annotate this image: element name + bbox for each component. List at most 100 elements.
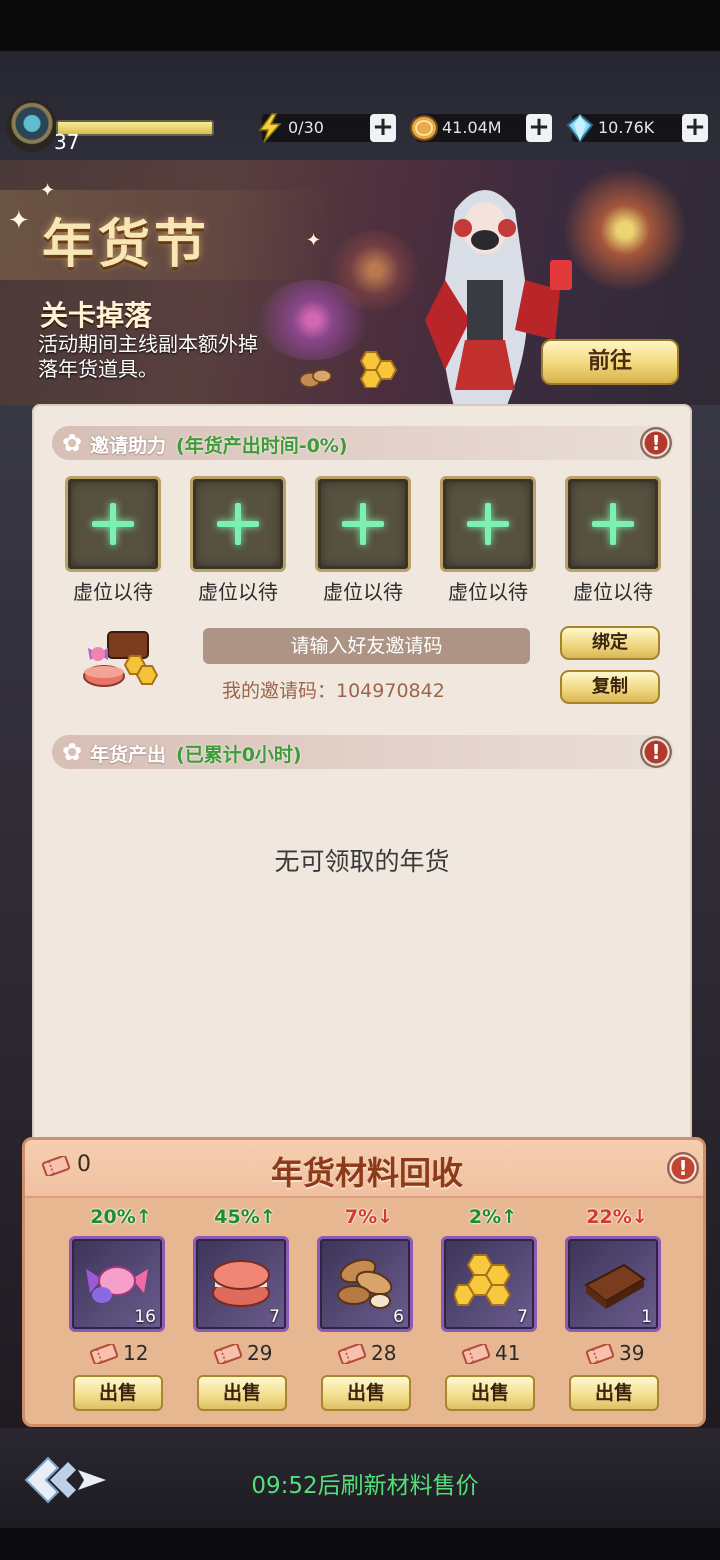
flower-icon: ✿ (61, 738, 83, 766)
item-price: 29 (195, 1341, 295, 1367)
item-price-value: 29 (247, 1341, 273, 1365)
invite-section-title-wrap: 邀请助力 (年货产出时间-0%) (90, 431, 348, 458)
player-level-badge[interactable] (6, 100, 58, 152)
sell-button[interactable]: 出售 (73, 1375, 163, 1411)
invite-slot-label: 虚位以待 (73, 580, 153, 604)
invite-slot[interactable] (190, 476, 286, 572)
plus-icon (467, 503, 509, 545)
item-price: 28 (319, 1341, 419, 1367)
lightning-icon (258, 113, 282, 143)
almond-decoration (299, 369, 332, 388)
item-count: 1 (641, 1307, 652, 1327)
invite-section-title: 邀请助力 (90, 435, 167, 457)
price-change: 7%↓ (344, 1206, 394, 1228)
stamina-resource: 0/30 (258, 113, 374, 143)
add-stamina-button[interactable]: + (370, 114, 396, 142)
honeycomb-icon (454, 1254, 512, 1306)
sell-button[interactable]: 出售 (569, 1375, 659, 1411)
status-bar (0, 0, 720, 50)
gold-coin-icon (410, 115, 438, 141)
invite-code-input[interactable]: 请输入好友邀请码 (203, 628, 530, 664)
item-count: 7 (269, 1307, 280, 1327)
gold-value: 41.04M (442, 118, 502, 137)
item-price: 41 (443, 1341, 543, 1367)
goto-button[interactable]: 前往 (541, 339, 679, 385)
invite-slot[interactable] (315, 476, 411, 572)
price-change: 45%↑ (214, 1206, 276, 1228)
output-section-note: (已累计0小时) (176, 744, 302, 766)
diamond-resource: 10.76K (566, 113, 684, 143)
item-price-value: 41 (495, 1341, 521, 1365)
invite-slot[interactable] (565, 476, 661, 572)
honeycomb-decoration (359, 351, 398, 388)
invite-slot[interactable] (65, 476, 161, 572)
output-info-icon[interactable]: ! (640, 736, 672, 768)
my-invite-code: 我的邀请码：104970842 (222, 680, 445, 702)
candy-icon (86, 1266, 148, 1303)
chocolate-icon (584, 1263, 646, 1309)
almond-icon (337, 1258, 393, 1309)
sparkle-icon: ✦ (40, 180, 56, 201)
diamond-icon (566, 113, 594, 143)
item-price: 39 (567, 1341, 667, 1367)
invite-slot-label: 虚位以待 (448, 580, 528, 604)
invite-slot-label: 虚位以待 (198, 580, 278, 604)
add-diamond-button[interactable]: + (682, 114, 708, 142)
gift-sweets-icon (83, 631, 159, 687)
sparkle-icon: ✦ (8, 206, 30, 236)
main-panel: ✿ 邀请助力 (年货产出时间-0%) ! 虚位以待 虚位以待 虚位以待 虚位以待 … (32, 404, 692, 1164)
plus-icon (342, 503, 384, 545)
event-banner: ✦ ✦ ✦ 年货节 关卡掉落 活动期间主线副本额外掉落年货道具。 前往 (0, 160, 720, 405)
recycle-panel: 0 年货材料回收 ! 20%↑ 45%↑ 7%↓ 2%↑ 22%↓ 16 7 6… (22, 1137, 706, 1427)
price-change: 20%↑ (90, 1206, 152, 1228)
invite-section-note: (年货产出时间-0%) (176, 435, 348, 457)
add-gold-button[interactable]: + (526, 114, 552, 142)
output-section-header: ✿ 年货产出 (已累计0小时) ! (52, 735, 674, 769)
invite-slot[interactable] (440, 476, 536, 572)
invite-slot-label: 虚位以待 (573, 580, 653, 604)
ticket-icon (461, 1342, 491, 1366)
invite-slot-label: 虚位以待 (323, 580, 403, 604)
ticket-icon (337, 1342, 367, 1366)
sell-button[interactable]: 出售 (445, 1375, 535, 1411)
navigation-bar (0, 1528, 720, 1560)
invite-section-header: ✿ 邀请助力 (年货产出时间-0%) ! (52, 426, 674, 460)
recycle-info-icon[interactable]: ! (667, 1152, 699, 1184)
item-almond[interactable]: 6 (317, 1236, 413, 1332)
item-honeycomb[interactable]: 7 (441, 1236, 537, 1332)
item-chocolate[interactable]: 1 (565, 1236, 661, 1332)
plus-icon (592, 503, 634, 545)
output-section-title: 年货产出 (90, 744, 167, 766)
output-section-title-wrap: 年货产出 (已累计0小时) (90, 740, 302, 767)
event-page: 37 0/30 + 41.04M + 10.76K + ✦ ✦ ✦ 年货节 关卡… (0, 0, 720, 1560)
footer-bar: 09:52后刷新材料售价 (0, 1428, 720, 1528)
stamina-value: 0/30 (288, 118, 324, 137)
event-description: 活动期间主线副本额外掉落年货道具。 (38, 332, 258, 381)
item-count: 16 (134, 1307, 156, 1327)
sparkle-icon: ✦ (306, 230, 322, 251)
ticket-icon (89, 1342, 119, 1366)
item-price-value: 39 (619, 1341, 645, 1365)
bind-button[interactable]: 绑定 (560, 626, 660, 660)
xp-bar (56, 120, 214, 136)
item-price-value: 28 (371, 1341, 397, 1365)
item-candy[interactable]: 16 (69, 1236, 165, 1332)
event-subtitle: 关卡掉落 (40, 299, 153, 332)
sell-button[interactable]: 出售 (197, 1375, 287, 1411)
gold-resource: 41.04M (410, 114, 528, 142)
ticket-icon (213, 1342, 243, 1366)
item-price-value: 12 (123, 1341, 149, 1365)
invite-info-icon[interactable]: ! (640, 427, 672, 459)
item-macaron[interactable]: 7 (193, 1236, 289, 1332)
ticket-icon (585, 1342, 615, 1366)
copy-button[interactable]: 复制 (560, 670, 660, 704)
empty-output-text: 无可领取的年货 (274, 847, 450, 876)
plus-icon (92, 503, 134, 545)
sell-button[interactable]: 出售 (321, 1375, 411, 1411)
diamond-value: 10.76K (598, 118, 655, 137)
macaron-icon (212, 1260, 270, 1307)
recycle-header: 0 年货材料回收 ! (25, 1140, 703, 1198)
plus-icon (217, 503, 259, 545)
xp-fill (58, 122, 212, 134)
item-count: 6 (393, 1307, 404, 1327)
